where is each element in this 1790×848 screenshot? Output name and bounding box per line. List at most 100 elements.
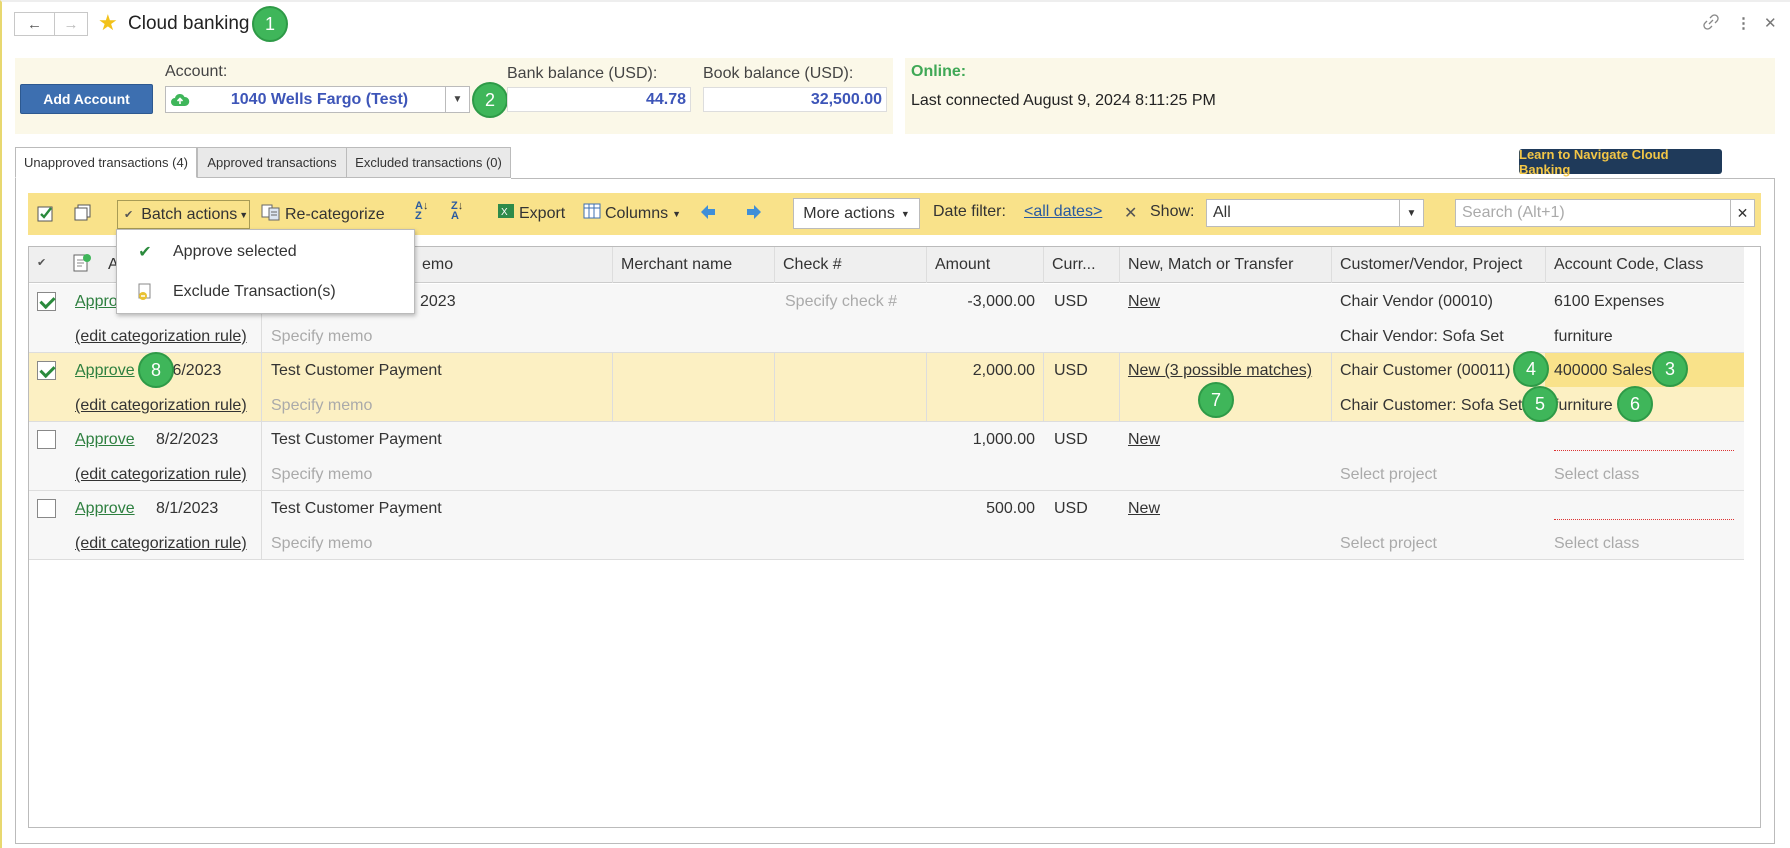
copy-icon[interactable] xyxy=(74,204,92,227)
previous-arrow-icon[interactable] xyxy=(699,203,717,226)
chevron-down-icon[interactable]: ▼ xyxy=(445,87,469,112)
row-checkbox[interactable] xyxy=(37,499,56,518)
exclude-icon xyxy=(117,283,173,301)
project[interactable]: Chair Customer: Sofa Set xyxy=(1340,397,1522,415)
rule-icon[interactable] xyxy=(72,253,92,278)
customer-vendor[interactable]: Chair Vendor (00010) xyxy=(1340,293,1493,311)
link-icon[interactable] xyxy=(1703,14,1719,34)
more-actions-button[interactable]: More actions ▼ xyxy=(793,198,920,229)
column-currency[interactable]: Curr... xyxy=(1043,247,1119,283)
columns-button[interactable]: Columns ▼ xyxy=(583,203,681,224)
match-link[interactable]: New xyxy=(1128,431,1160,449)
account-code[interactable]: 6100 Expenses xyxy=(1554,293,1664,311)
close-icon[interactable]: ✕ xyxy=(1764,14,1777,32)
date-filter-link[interactable]: <all dates> xyxy=(1024,203,1102,221)
search-field[interactable]: Search (Alt+1) ✕ xyxy=(1455,199,1755,227)
memo-field[interactable]: Specify memo xyxy=(271,397,372,415)
column-divider xyxy=(1043,353,1044,422)
column-customer-vendor-project[interactable]: Customer/Vendor, Project xyxy=(1331,247,1545,283)
batch-actions-button[interactable]: ✔ Batch actions ▼ xyxy=(117,200,250,229)
learn-navigate-button[interactable]: Learn to Navigate Cloud Banking xyxy=(1519,147,1722,177)
approve-link[interactable]: Approve xyxy=(75,362,135,380)
row-currency: USD xyxy=(1054,293,1088,310)
more-options-icon[interactable]: ⋮ xyxy=(1736,14,1751,32)
recategorize-label: Re-categorize xyxy=(285,205,385,223)
panel-top-border xyxy=(511,178,1775,179)
arrow-left-icon: ← xyxy=(27,15,42,33)
class-select[interactable]: Select class xyxy=(1554,535,1639,553)
column-amount[interactable]: Amount xyxy=(926,247,1043,283)
sort-descending-icon[interactable]: Z↓ A xyxy=(451,201,463,222)
row-checkbox[interactable] xyxy=(37,430,56,449)
add-account-button[interactable]: Add Account xyxy=(20,84,153,114)
select-all-checkbox-icon[interactable] xyxy=(37,204,55,227)
match-link[interactable]: New xyxy=(1128,500,1160,518)
header-check-icon[interactable]: ✔ xyxy=(37,256,46,269)
memo-field[interactable]: Specify memo xyxy=(271,535,372,553)
account-code[interactable]: 400000 Sales xyxy=(1554,362,1652,380)
chevron-down-icon[interactable]: ▼ xyxy=(1399,200,1423,226)
book-balance-label: Book balance (USD): xyxy=(703,65,854,82)
caret-down-icon: ▼ xyxy=(900,208,910,219)
next-arrow-icon[interactable] xyxy=(745,203,763,226)
row-description: Test Customer Payment xyxy=(271,431,442,448)
favorite-star-icon[interactable]: ★ xyxy=(98,12,118,34)
column-memo[interactable]: emo xyxy=(420,247,612,283)
column-divider xyxy=(926,353,927,422)
column-check-number[interactable]: Check # xyxy=(774,247,926,283)
sort-ascending-icon[interactable]: A↓ Z xyxy=(415,201,428,222)
bank-balance-label: Bank balance (USD): xyxy=(507,65,658,82)
clear-date-filter-icon[interactable]: ✕ xyxy=(1124,203,1137,223)
edit-categorization-rule-link[interactable]: (edit categorization rule) xyxy=(75,466,247,484)
last-connected-text: Last connected August 9, 2024 8:11:25 PM xyxy=(911,92,1216,109)
more-actions-label: More actions xyxy=(803,204,895,222)
recategorize-button[interactable]: Re-categorize xyxy=(261,203,385,226)
memo-field[interactable]: Specify memo xyxy=(271,466,372,484)
column-new-match-transfer[interactable]: New, Match or Transfer xyxy=(1119,247,1331,283)
tab-approved[interactable]: Approved transactions xyxy=(197,147,347,178)
callout-badge-6: 6 xyxy=(1617,386,1653,422)
forward-button[interactable]: → xyxy=(54,12,88,36)
memo-field[interactable]: Specify memo xyxy=(271,328,372,346)
row-description: Test Customer Payment xyxy=(271,500,442,517)
back-button[interactable]: ← xyxy=(14,12,55,36)
match-link[interactable]: New (3 possible matches) xyxy=(1128,362,1312,380)
export-button[interactable]: X Export xyxy=(497,203,565,224)
edit-categorization-rule-link[interactable]: (edit categorization rule) xyxy=(75,328,247,346)
show-select[interactable]: All ▼ xyxy=(1206,199,1424,227)
callout-badge-7: 7 xyxy=(1198,382,1234,418)
batch-actions-menu: ✔ Approve selected Exclude Transaction(s… xyxy=(116,229,415,314)
columns-icon xyxy=(583,203,601,224)
row-checkbox[interactable] xyxy=(37,361,56,380)
bank-balance-value: 44.78 xyxy=(507,87,691,112)
clear-search-icon[interactable]: ✕ xyxy=(1730,200,1754,226)
row-date: 8/2/2023 xyxy=(156,431,219,448)
tab-unapproved[interactable]: Unapproved transactions (4) xyxy=(15,147,197,178)
class[interactable]: furniture xyxy=(1554,397,1613,415)
arrow-right-icon: → xyxy=(63,15,79,33)
menu-item-exclude-transactions[interactable]: Exclude Transaction(s) xyxy=(117,272,414,312)
class[interactable]: furniture xyxy=(1554,328,1613,346)
menu-item-approve-selected[interactable]: ✔ Approve selected xyxy=(117,232,414,272)
tab-excluded[interactable]: Excluded transactions (0) xyxy=(346,147,511,178)
column-merchant-name[interactable]: Merchant name xyxy=(612,247,774,283)
row-checkbox[interactable] xyxy=(37,292,56,311)
row-amount: 1,000.00 xyxy=(972,431,1035,448)
menu-item-label: Exclude Transaction(s) xyxy=(173,283,336,300)
row-amount: 2,000.00 xyxy=(972,362,1035,379)
check-icon: ✔ xyxy=(138,244,152,261)
edit-categorization-rule-link[interactable]: (edit categorization rule) xyxy=(75,397,247,415)
project-select[interactable]: Select project xyxy=(1340,535,1437,553)
approve-link[interactable]: Approve xyxy=(75,431,135,449)
column-account-code-class[interactable]: Account Code, Class xyxy=(1545,247,1745,283)
edit-categorization-rule-link[interactable]: (edit categorization rule) xyxy=(75,535,247,553)
project[interactable]: Chair Vendor: Sofa Set xyxy=(1340,328,1504,346)
approve-link[interactable]: Approve xyxy=(75,500,135,518)
class-select[interactable]: Select class xyxy=(1554,466,1639,484)
account-select[interactable]: 1040 Wells Fargo (Test) ▼ xyxy=(165,86,470,113)
match-link[interactable]: New xyxy=(1128,293,1160,311)
check-number-field[interactable]: Specify check # xyxy=(785,293,897,311)
customer-vendor[interactable]: Chair Customer (00011) xyxy=(1340,362,1510,380)
project-select[interactable]: Select project xyxy=(1340,466,1437,484)
search-input[interactable]: Search (Alt+1) xyxy=(1456,204,1730,222)
